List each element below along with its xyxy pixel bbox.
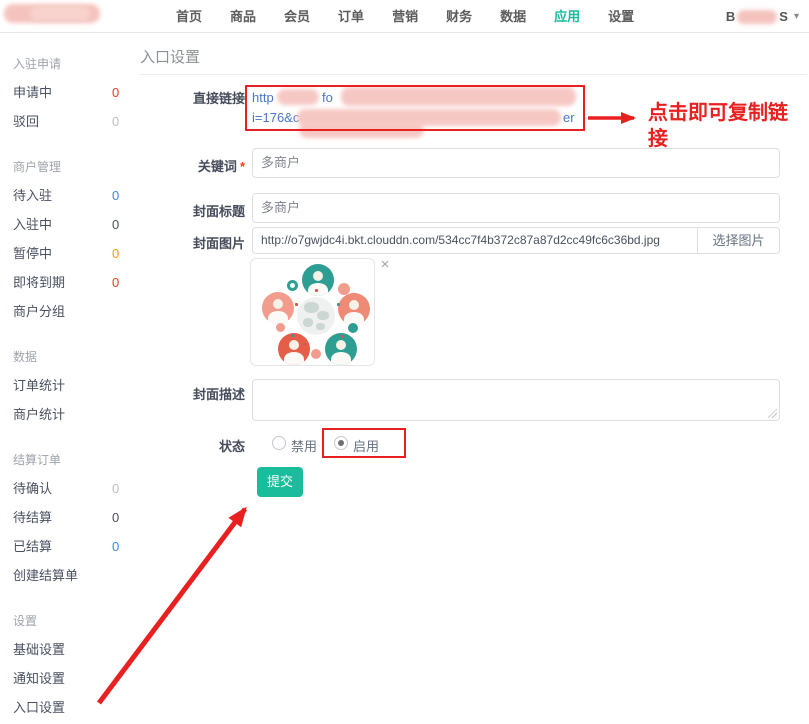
cover-desc-textarea[interactable] — [252, 379, 780, 421]
sidebar-item-paused[interactable]: 暂停中 0 — [0, 239, 140, 268]
mini-circle — [311, 349, 321, 359]
sidebar-item-settled[interactable]: 已结算 0 — [0, 532, 140, 561]
annotation-copy-tip: 点击即可复制链接 — [648, 100, 806, 152]
nav-item-members[interactable]: 会员 — [284, 0, 310, 33]
count-badge: 0 — [112, 532, 119, 561]
avatar-left — [262, 292, 294, 324]
avatar-top — [302, 264, 334, 296]
sidebar-section-merchant-mgmt: 商户管理 — [0, 154, 140, 181]
sidebar-item-merchant-stats[interactable]: 商户统计 — [0, 400, 140, 429]
select-image-button[interactable]: 选择图片 — [697, 227, 780, 254]
user-name-prefix: B — [726, 0, 735, 33]
avatar-bottom-left — [278, 333, 310, 365]
nav-item-marketing[interactable]: 营销 — [392, 0, 418, 33]
sidebar-item-create-settlement[interactable]: 创建结算单 — [0, 561, 140, 590]
avatar-right — [338, 293, 370, 325]
status-label: 状态 — [140, 436, 245, 455]
sidebar-section-settlement: 结算订单 — [0, 447, 140, 474]
direct-link-label: 直接链接 — [140, 88, 245, 107]
count-badge: 0 — [112, 268, 119, 297]
title-divider — [140, 74, 807, 75]
count-badge: 0 — [112, 503, 119, 532]
mini-circle — [348, 323, 358, 333]
keyword-label: 关键词* — [140, 156, 245, 175]
nav-item-orders[interactable]: 订单 — [338, 0, 364, 33]
user-name-suffix: S — [779, 0, 788, 33]
nav-item-data[interactable]: 数据 — [500, 0, 526, 33]
sidebar-item-notify-settings[interactable]: 通知设置 — [0, 664, 140, 693]
nav-menu: 首页 商品 会员 订单 营销 财务 数据 应用 设置 — [176, 0, 634, 33]
mini-circle — [287, 280, 298, 291]
cover-title-label: 封面标题 — [140, 201, 245, 220]
cover-desc-label: 封面描述 — [140, 384, 245, 403]
keyword-input[interactable]: 多商户 — [252, 148, 780, 178]
caret-down-icon: ▾ — [794, 0, 799, 33]
globe-illustration — [297, 297, 335, 335]
sidebar-item-pending-entry[interactable]: 待入驻 0 — [0, 181, 140, 210]
annotation-box-enabled — [322, 428, 406, 458]
mini-circle — [276, 323, 285, 332]
user-name-redacted — [737, 10, 777, 24]
nav-item-apps[interactable]: 应用 — [554, 0, 580, 33]
sidebar-item-entered[interactable]: 入驻中 0 — [0, 210, 140, 239]
remove-image-icon[interactable]: × — [376, 256, 394, 274]
sidebar-section-entry-application: 入驻申请 — [0, 51, 140, 78]
sidebar-section-data: 数据 — [0, 344, 140, 371]
nav-item-finance[interactable]: 财务 — [446, 0, 472, 33]
status-radio-disabled[interactable] — [272, 436, 286, 450]
cover-title-input[interactable]: 多商户 — [252, 193, 780, 223]
nav-item-goods[interactable]: 商品 — [230, 0, 256, 33]
count-badge: 0 — [112, 181, 119, 210]
mini-circle — [338, 283, 350, 295]
cover-image-preview — [250, 258, 375, 366]
logo-redacted-blur — [30, 6, 90, 21]
annotation-box-direct-link — [245, 85, 585, 131]
status-radio-disabled-label[interactable]: 禁用 — [291, 436, 317, 455]
top-navbar: 首页 商品 会员 订单 营销 财务 数据 应用 设置 B S ▾ — [0, 0, 809, 33]
count-badge: 0 — [112, 107, 119, 136]
required-asterisk: * — [240, 159, 245, 174]
sidebar-item-applying[interactable]: 申请中 0 — [0, 78, 140, 107]
sidebar-item-entry-settings[interactable]: 入口设置 — [0, 693, 140, 722]
count-badge: 0 — [112, 474, 119, 503]
page-title: 入口设置 — [140, 46, 200, 67]
sidebar-item-basic-settings[interactable]: 基础设置 — [0, 635, 140, 664]
cover-image-url-input[interactable]: http://o7gwjdc4i.bkt.clouddn.com/534cc7f… — [252, 227, 697, 254]
nav-item-settings[interactable]: 设置 — [608, 0, 634, 33]
sidebar-item-rejected[interactable]: 驳回 0 — [0, 107, 140, 136]
count-badge: 0 — [112, 78, 119, 107]
sidebar-item-to-settle[interactable]: 待结算 0 — [0, 503, 140, 532]
count-badge: 0 — [112, 210, 119, 239]
sidebar-item-expiring[interactable]: 即将到期 0 — [0, 268, 140, 297]
sidebar: 入驻申请 申请中 0 驳回 0 商户管理 待入驻 0 入驻中 0 暂停中 0 即… — [0, 33, 140, 724]
user-menu[interactable]: B S ▾ — [726, 0, 799, 33]
sidebar-item-merchant-groups[interactable]: 商户分组 — [0, 297, 140, 326]
cover-image-label: 封面图片 — [140, 233, 245, 252]
sidebar-item-to-confirm[interactable]: 待确认 0 — [0, 474, 140, 503]
count-badge: 0 — [112, 239, 119, 268]
sidebar-section-settings: 设置 — [0, 608, 140, 635]
resize-handle-icon[interactable] — [768, 409, 777, 418]
submit-button[interactable]: 提交 — [257, 467, 303, 497]
nav-item-home[interactable]: 首页 — [176, 0, 202, 33]
sidebar-item-order-stats[interactable]: 订单统计 — [0, 371, 140, 400]
